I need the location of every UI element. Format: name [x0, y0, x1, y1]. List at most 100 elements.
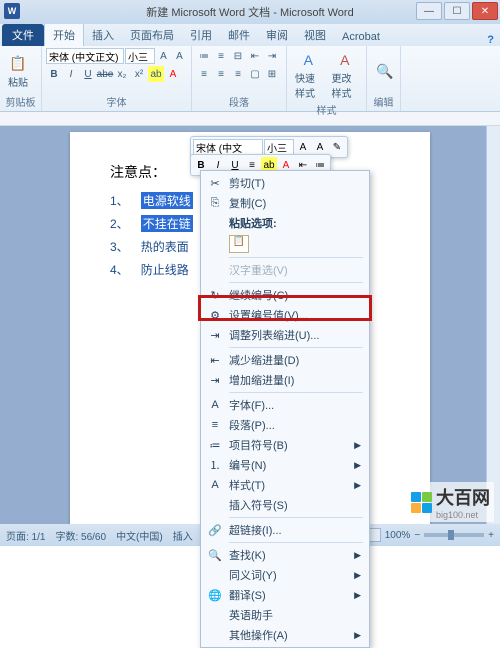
context-menu: ✂剪切(T) ⎘复制(C) 粘贴选项: 📋 汉字重选(V) ↻继续编号(C) ⚙… — [200, 170, 370, 648]
multilevel-icon[interactable]: ⊟ — [230, 48, 246, 64]
font-size-select[interactable] — [125, 48, 155, 64]
quick-styles-button[interactable]: A快速样式 — [291, 48, 326, 102]
menu-bullets[interactable]: ≔项目符号(B)▶ — [203, 435, 367, 455]
superscript-button[interactable]: x² — [131, 66, 147, 82]
group-paragraph: ≔ ≡ ⊟ ⇤ ⇥ ≡ ≡ ≡ ▢ ⊞ 段落 — [192, 46, 287, 111]
menu-hyperlink[interactable]: 🔗超链接(I)... — [203, 520, 367, 540]
font-name-select[interactable] — [46, 48, 124, 64]
lookup-icon: 🔍 — [207, 549, 223, 562]
indent-left-icon[interactable]: ⇤ — [247, 48, 263, 64]
hyperlink-icon: 🔗 — [207, 524, 223, 537]
titlebar: W 新建 Microsoft Word 文档 - Microsoft Word … — [0, 0, 500, 24]
set-num-icon: ⚙ — [207, 309, 223, 322]
tab-acrobat[interactable]: Acrobat — [334, 28, 388, 46]
mini-font-name[interactable] — [193, 139, 263, 155]
menu-cut[interactable]: ✂剪切(T) — [203, 173, 367, 193]
help-icon[interactable]: ? — [487, 34, 494, 46]
italic-button[interactable]: I — [63, 66, 79, 82]
menu-synonyms[interactable]: 同义词(Y)▶ — [203, 565, 367, 585]
translate-icon: 🌐 — [207, 589, 223, 602]
ribbon-tabs: 文件 开始 插入 页面布局 引用 邮件 审阅 视图 Acrobat ? — [0, 24, 500, 46]
mini-shrink-font-icon[interactable]: A — [312, 139, 328, 155]
tab-insert[interactable]: 插入 — [84, 24, 122, 46]
window-controls: — ☐ ✕ — [414, 2, 498, 20]
mini-font-size[interactable] — [264, 139, 294, 155]
borders-icon[interactable]: ⊞ — [264, 66, 280, 82]
align-center-icon[interactable]: ≡ — [213, 66, 229, 82]
tab-mail[interactable]: 邮件 — [220, 24, 258, 46]
subscript-button[interactable]: x₂ — [114, 66, 130, 82]
menu-set-numbering-value[interactable]: ⚙设置编号值(V)... — [203, 305, 367, 325]
align-right-icon[interactable]: ≡ — [230, 66, 246, 82]
zoom-slider[interactable] — [424, 533, 484, 537]
status-words[interactable]: 字数: 56/60 — [55, 528, 106, 543]
status-language[interactable]: 中文(中国) — [116, 528, 163, 543]
indent-right-icon[interactable]: ⇥ — [264, 48, 280, 64]
underline-button[interactable]: U — [80, 66, 96, 82]
tab-review[interactable]: 审阅 — [258, 24, 296, 46]
status-page[interactable]: 页面: 1/1 — [6, 528, 45, 543]
menu-font[interactable]: A字体(F)... — [203, 395, 367, 415]
group-paragraph-label: 段落 — [196, 94, 282, 109]
menu-insert-symbol[interactable]: 插入符号(S) — [203, 495, 367, 515]
group-styles: A快速样式 A更改样式 样式 — [287, 46, 367, 111]
watermark-url: big100.net — [436, 510, 490, 520]
menu-copy[interactable]: ⎘复制(C) — [203, 193, 367, 213]
group-font-label: 字体 — [46, 94, 187, 109]
menu-paragraph[interactable]: ≡段落(P)... — [203, 415, 367, 435]
close-button[interactable]: ✕ — [472, 2, 498, 20]
paragraph-icon: ≡ — [207, 419, 223, 431]
group-editing-label: 编辑 — [371, 94, 396, 109]
highlight-button[interactable]: ab — [148, 66, 164, 82]
font-color-button[interactable]: A — [165, 66, 181, 82]
tab-home[interactable]: 开始 — [44, 23, 84, 46]
align-left-icon[interactable]: ≡ — [196, 66, 212, 82]
ruler — [0, 112, 500, 126]
increase-indent-icon: ⇥ — [207, 374, 223, 387]
shrink-font-icon[interactable]: A — [172, 48, 187, 64]
paste-options-header: 粘贴选项: — [203, 213, 367, 233]
strike-button[interactable]: abe — [97, 66, 113, 82]
change-styles-button[interactable]: A更改样式 — [328, 48, 363, 102]
zoom-out-button[interactable]: − — [414, 530, 420, 541]
zoom-in-button[interactable]: + — [488, 530, 494, 541]
numbering-icon[interactable]: ≡ — [213, 48, 229, 64]
restart-num-icon: ↻ — [207, 289, 223, 302]
zoom-level[interactable]: 100% — [385, 530, 411, 541]
menu-decrease-indent[interactable]: ⇤减少缩进量(D) — [203, 350, 367, 370]
bold-button[interactable]: B — [46, 66, 62, 82]
tab-references[interactable]: 引用 — [182, 24, 220, 46]
menu-other-ops[interactable]: 其他操作(A)▶ — [203, 625, 367, 645]
status-insert[interactable]: 插入 — [173, 528, 193, 543]
vertical-scrollbar[interactable] — [486, 126, 500, 524]
tab-layout[interactable]: 页面布局 — [122, 24, 182, 46]
tab-file[interactable]: 文件 — [2, 24, 44, 46]
grow-font-icon[interactable]: A — [156, 48, 171, 64]
maximize-button[interactable]: ☐ — [444, 2, 470, 20]
menu-restart-numbering[interactable]: ↻继续编号(C) — [203, 285, 367, 305]
mini-format-painter-icon[interactable]: ✎ — [329, 139, 345, 155]
menu-styles[interactable]: A样式(T)▶ — [203, 475, 367, 495]
minimize-button[interactable]: — — [416, 2, 442, 20]
bullets-icon[interactable]: ≔ — [196, 48, 212, 64]
numbering-icon: ⒈ — [207, 457, 223, 473]
menu-english-assistant[interactable]: 英语助手 — [203, 605, 367, 625]
shading-icon[interactable]: ▢ — [247, 66, 263, 82]
menu-translate[interactable]: 🌐翻译(S)▶ — [203, 585, 367, 605]
mini-grow-font-icon[interactable]: A — [295, 139, 311, 155]
paste-keep-format-icon[interactable]: 📋 — [229, 235, 249, 253]
decrease-indent-icon: ⇤ — [207, 354, 223, 367]
menu-lookup[interactable]: 🔍查找(K)▶ — [203, 545, 367, 565]
menu-numbering[interactable]: ⒈编号(N)▶ — [203, 455, 367, 475]
paste-button[interactable]: 📋粘贴 — [4, 52, 32, 91]
menu-increase-indent[interactable]: ⇥增加缩进量(I) — [203, 370, 367, 390]
menu-adjust-list-indent[interactable]: ⇥调整列表缩进(U)... — [203, 325, 367, 345]
paste-options: 📋 — [203, 233, 367, 255]
styles-icon: A — [207, 479, 223, 491]
window-title: 新建 Microsoft Word 文档 - Microsoft Word — [146, 4, 353, 20]
watermark-logo-icon — [410, 491, 432, 513]
watermark-brand: 大百网 — [436, 488, 490, 508]
tab-view[interactable]: 视图 — [296, 24, 334, 46]
group-styles-label: 样式 — [291, 102, 362, 117]
editing-button[interactable]: 🔍 — [371, 59, 399, 83]
